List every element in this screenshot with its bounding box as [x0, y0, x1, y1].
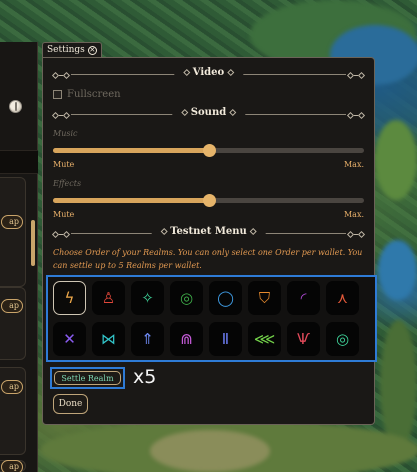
effects-slider-fill [53, 198, 209, 203]
settle-realm-highlight: Settle Realm [50, 367, 125, 389]
music-slider-fill [53, 148, 209, 153]
section-divider-testnet: Testnet Menu [51, 226, 366, 241]
section-title-video: Video [192, 67, 225, 78]
list-header [0, 150, 38, 174]
realm-list-panel: ap ap ap ap [0, 42, 38, 472]
order-button[interactable]: Ѱ [287, 322, 320, 356]
order-instructions: Choose Order of your Realms. You can onl… [53, 248, 363, 270]
order-button[interactable]: ◯ [209, 281, 242, 315]
figure-icon: ⋏ [337, 288, 348, 307]
music-min-label: Mute [53, 160, 75, 169]
globe-icon[interactable] [9, 100, 22, 113]
order-button[interactable]: ⇑ [131, 322, 164, 356]
music-max-label: Max. [343, 160, 364, 169]
music-slider-thumb[interactable] [202, 144, 216, 157]
order-button[interactable]: ⛉ [248, 281, 281, 315]
tab-settings-label: Settings [47, 45, 85, 55]
order-button[interactable]: ◎ [326, 322, 359, 356]
close-icon[interactable]: ✕ [87, 46, 97, 55]
settle-realm-button[interactable]: Settle Realm [54, 371, 121, 385]
arch-icon: ⋒ [180, 329, 193, 348]
order-button[interactable]: ♙ [92, 281, 125, 315]
map-pill[interactable]: ap [1, 380, 23, 394]
effects-slider[interactable] [53, 194, 364, 207]
order-button[interactable]: ✕ [53, 322, 86, 356]
order-button[interactable]: ✧ [131, 281, 164, 315]
order-grid: ϟ ♙ ✧ ◎ ◯ ⛉ ◜ ⋏ ✕ ⋈ ⇑ ⋒ Ⅱ ⋘ Ѱ ◎ [46, 275, 377, 362]
order-button[interactable]: Ⅱ [209, 322, 242, 356]
done-button[interactable]: Done [53, 394, 88, 414]
list-item[interactable]: ap [0, 287, 26, 360]
scrollbar[interactable] [31, 220, 35, 266]
fox-icon: ⛉ [258, 288, 271, 307]
order-button[interactable]: ⋒ [170, 322, 203, 356]
order-button[interactable]: ◜ [287, 281, 320, 315]
list-item[interactable]: ap [0, 460, 26, 472]
crescent-icon: ◜ [300, 288, 307, 307]
order-button[interactable]: ϟ [53, 281, 86, 315]
effects-slider-thumb[interactable] [202, 194, 216, 207]
map-pill[interactable]: ap [1, 460, 23, 472]
music-slider[interactable] [53, 144, 364, 157]
effects-min-label: Mute [53, 210, 75, 219]
section-divider-sound: Sound [51, 107, 366, 122]
order-button[interactable]: ⋏ [326, 281, 359, 315]
bowtie-icon: ⋈ [101, 329, 116, 348]
arrow-up-icon: ⇑ [141, 329, 154, 348]
spiral-icon: ◎ [335, 329, 350, 348]
sparkle-icon: ✧ [141, 288, 154, 307]
lightning-icon: ϟ [64, 288, 75, 307]
swirl-icon: ◎ [179, 288, 194, 307]
tab-settings[interactable]: Settings ✕ [42, 42, 102, 58]
list-item[interactable]: ap [0, 177, 26, 287]
fullscreen-label: Fullscreen [67, 89, 121, 100]
order-button[interactable]: ⋘ [248, 322, 281, 356]
settings-panel: Video Fullscreen Sound Music Mute Max. E… [42, 57, 377, 425]
star-knot-icon: ✕ [63, 329, 76, 348]
map-pill[interactable]: ap [1, 299, 23, 313]
settle-multiplier-label: x5 [133, 366, 157, 388]
pillars-icon: Ⅱ [221, 329, 230, 348]
ring-icon: ◯ [217, 288, 234, 307]
flame-icon: ♙ [101, 288, 116, 307]
effects-label: Effects [53, 179, 82, 188]
map-pill[interactable]: ap [1, 215, 23, 229]
music-label: Music [53, 129, 78, 138]
section-divider-video: Video [51, 67, 366, 82]
order-button[interactable]: ⋈ [92, 322, 125, 356]
fullscreen-checkbox[interactable] [53, 90, 62, 99]
list-item[interactable]: ap [0, 367, 26, 455]
effects-max-label: Max. [343, 210, 364, 219]
section-title-sound: Sound [190, 107, 227, 118]
section-title-testnet: Testnet Menu [170, 226, 247, 237]
trident-icon: Ѱ [297, 329, 310, 348]
leaf-icon: ⋘ [253, 329, 276, 348]
order-button[interactable]: ◎ [170, 281, 203, 315]
